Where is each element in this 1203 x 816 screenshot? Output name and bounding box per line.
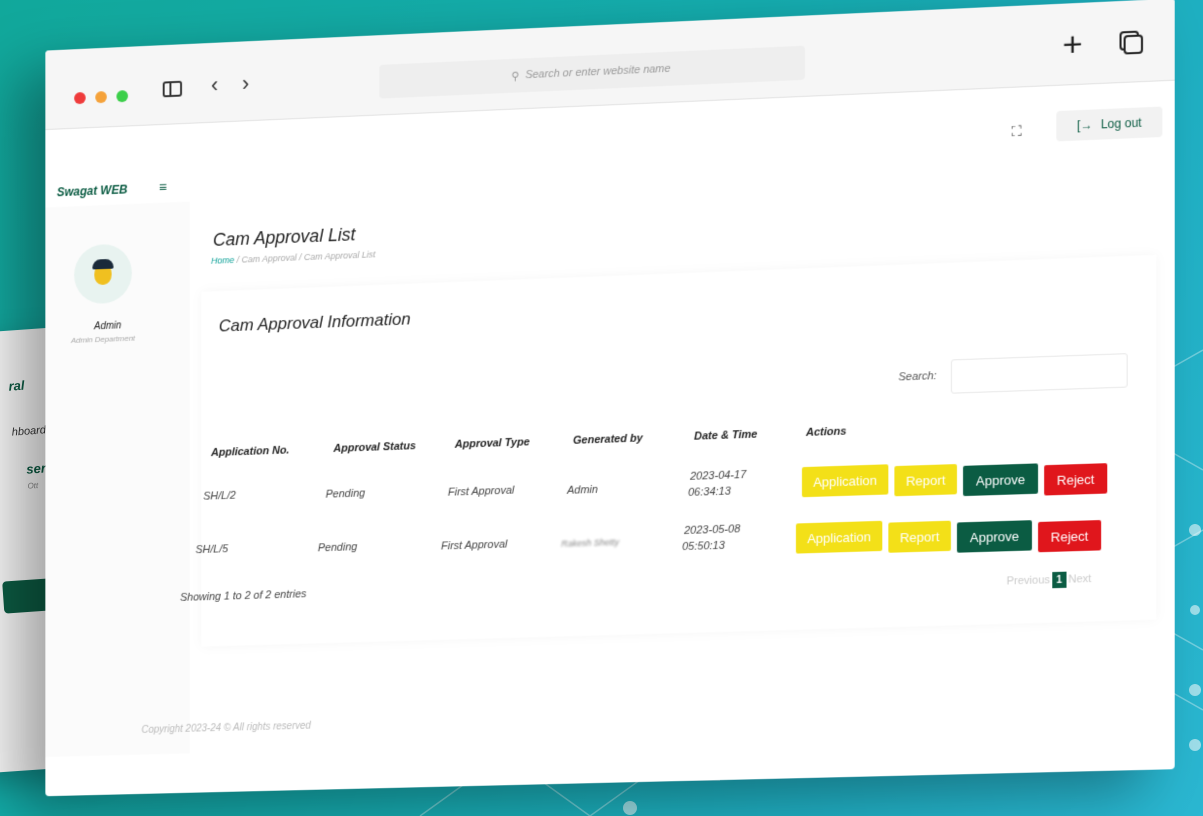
page-1-button[interactable]: 1 [1052, 571, 1067, 589]
cell-time: 06:34:13 [688, 485, 731, 499]
cell-status: Pending [325, 487, 366, 501]
cell-date: 2023-05-08 [684, 523, 741, 538]
back-label: ral [8, 377, 25, 394]
application-button[interactable]: Application [795, 520, 883, 554]
hamburger-menu-icon[interactable]: ≡ [159, 179, 167, 195]
cell-app-no: SH/L/2 [203, 489, 236, 503]
breadcrumb: Home / Cam Approval / Cam Approval List [211, 249, 376, 266]
cell-status: Pending [317, 541, 358, 555]
breadcrumb-current: Cam Approval List [304, 249, 376, 263]
maximize-dot-icon[interactable] [116, 90, 128, 103]
pagination: Previous 1 Next [1007, 571, 1091, 590]
reject-button[interactable]: Reject [1038, 520, 1102, 553]
column-header[interactable]: Date & Time [694, 429, 757, 443]
search-icon: ⚲ [511, 70, 520, 83]
sidebar-toggle-icon[interactable] [162, 80, 183, 98]
report-button[interactable]: Report [888, 520, 951, 553]
breadcrumb-item[interactable]: Cam Approval [242, 253, 297, 265]
forward-arrow-icon[interactable]: › [242, 71, 249, 97]
back-arrow-icon[interactable]: ‹ [211, 72, 218, 98]
new-tab-icon[interactable]: + [1062, 25, 1082, 65]
report-button[interactable]: Report [894, 464, 957, 497]
reject-button[interactable]: Reject [1044, 463, 1108, 496]
approve-button[interactable]: Approve [963, 463, 1039, 497]
column-header: Actions [805, 425, 847, 439]
column-header[interactable]: Approval Type [455, 436, 530, 450]
cell-date: 2023-04-17 [690, 468, 747, 483]
application-button[interactable]: Application [801, 464, 889, 498]
previous-page-link[interactable]: Previous [1007, 574, 1050, 587]
cell-time: 05:50:13 [682, 539, 725, 554]
logout-label: Log out [1100, 115, 1142, 132]
url-search-bar[interactable]: ⚲ Search or enter website name [379, 45, 805, 99]
brand-name[interactable]: Swagat WEB [57, 183, 127, 200]
page-title: Cam Approval List [212, 224, 356, 250]
search-input[interactable] [950, 353, 1128, 394]
fullscreen-icon[interactable]: ⛶ [1012, 123, 1022, 141]
breadcrumb-home[interactable]: Home [211, 255, 234, 266]
cell-type: First Approval [447, 484, 515, 499]
user-head-icon [94, 262, 112, 286]
cell-generated-by: Admin [567, 483, 598, 497]
browser-window: ‹ › ⚲ Search or enter website name + Swa… [45, 0, 1175, 797]
approve-button[interactable]: Approve [956, 520, 1032, 553]
next-page-link[interactable]: Next [1068, 573, 1091, 586]
tabs-overview-icon[interactable] [1119, 30, 1144, 55]
cell-generated-by: Rakesh Shetty [561, 537, 620, 549]
cell-type: First Approval [441, 538, 508, 553]
column-header[interactable]: Generated by [573, 432, 643, 446]
search-label: Search: [898, 370, 937, 384]
url-placeholder: Search or enter website name [525, 62, 671, 82]
close-dot-icon[interactable] [74, 91, 86, 105]
cell-app-no: SH/L/5 [195, 543, 229, 557]
back-label: Ott [27, 480, 39, 491]
back-label: hboard [11, 424, 47, 439]
logout-button[interactable]: [→ Log out [1056, 106, 1163, 142]
minimize-dot-icon[interactable] [95, 90, 107, 104]
logout-icon: [→ [1076, 117, 1093, 133]
